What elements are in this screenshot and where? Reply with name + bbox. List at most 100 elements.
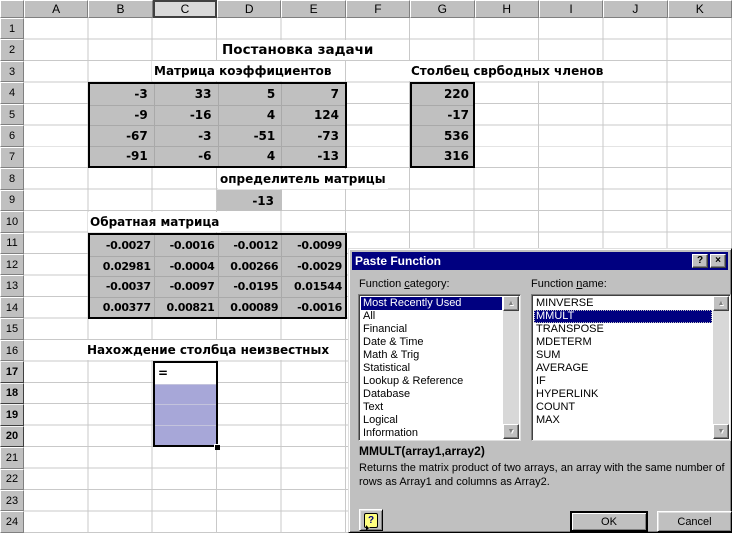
function-scrollbar[interactable]: ▲ ▼ xyxy=(713,296,729,439)
column-header-J[interactable]: J xyxy=(603,0,668,18)
matrix-cell[interactable]: -16 xyxy=(153,104,218,125)
fill-handle[interactable] xyxy=(214,444,220,450)
matrix-cell[interactable]: -0.0029 xyxy=(281,255,345,276)
row-header-15[interactable]: 15 xyxy=(0,318,24,340)
column-header-B[interactable]: B xyxy=(88,0,153,18)
coefficient-matrix-range[interactable]: -3 33 5 7 -9 -16 4 124 -67 -3 -51 -73 -91 -6 4 -13 xyxy=(88,82,347,168)
column-header-H[interactable]: H xyxy=(474,0,539,18)
matrix-cell[interactable]: -73 xyxy=(281,125,345,146)
matrix-cell[interactable]: -0.0195 xyxy=(217,276,282,297)
function-name-listbox[interactable]: MINVERSE MMULT TRANSPOSE MDETERM SUM AVERAGE I… xyxy=(531,294,731,441)
matrix-cell[interactable]: -0.0097 xyxy=(153,276,218,297)
category-item[interactable]: Statistical xyxy=(361,362,502,375)
category-item[interactable]: Most Recently Used xyxy=(361,297,502,310)
matrix-cell[interactable]: 536 xyxy=(412,125,473,146)
matrix-cell[interactable]: -0.0012 xyxy=(217,235,282,256)
ok-button[interactable]: OK xyxy=(570,511,648,532)
row-header-7[interactable]: 7 xyxy=(0,146,24,169)
function-item[interactable]: MMULT xyxy=(534,310,712,323)
column-header-E[interactable]: E xyxy=(281,0,346,18)
function-item[interactable]: HYPERLINK xyxy=(534,388,712,401)
row-header-12[interactable]: 12 xyxy=(0,253,24,276)
category-item[interactable]: All xyxy=(361,310,502,323)
matrix-cell[interactable]: 7 xyxy=(281,84,345,105)
matrix-cell[interactable]: -51 xyxy=(217,125,282,146)
matrix-cell[interactable]: -0.0027 xyxy=(90,235,154,256)
matrix-cell[interactable]: 0.02981 xyxy=(90,255,154,277)
column-header-K[interactable]: K xyxy=(667,0,732,18)
function-item[interactable]: SUM xyxy=(534,349,712,362)
row-header-5[interactable]: 5 xyxy=(0,103,24,126)
determinant-value-cell[interactable]: -13 xyxy=(217,190,282,211)
row-header-2[interactable]: 2 xyxy=(0,39,24,61)
row-header-24[interactable]: 24 xyxy=(0,511,24,533)
column-header-F[interactable]: F xyxy=(345,0,411,18)
matrix-cell[interactable]: 33 xyxy=(153,84,218,105)
scroll-up-icon[interactable]: ▲ xyxy=(713,296,729,311)
row-header-11[interactable]: 11 xyxy=(0,232,24,254)
selected-range[interactable]: = xyxy=(153,361,218,447)
category-item[interactable]: Lookup & Reference xyxy=(361,375,502,388)
column-header-I[interactable]: I xyxy=(538,0,604,18)
matrix-cell[interactable]: -0.0016 xyxy=(281,296,345,317)
function-item[interactable]: MDETERM xyxy=(534,336,712,349)
row-header-4[interactable]: 4 xyxy=(0,82,24,104)
matrix-cell[interactable]: -0.0037 xyxy=(90,276,154,297)
matrix-cell[interactable]: -3 xyxy=(90,84,154,105)
category-item[interactable]: Math & Trig xyxy=(361,349,502,362)
row-header-21[interactable]: 21 xyxy=(0,447,24,469)
matrix-cell[interactable]: -3 xyxy=(153,125,218,146)
selected-cell[interactable] xyxy=(155,404,216,425)
active-cell-formula[interactable]: = xyxy=(155,363,216,384)
matrix-cell[interactable]: -0.0016 xyxy=(153,235,218,256)
matrix-cell[interactable]: -17 xyxy=(412,104,473,126)
row-header-3[interactable]: 3 xyxy=(0,60,24,83)
category-scrollbar[interactable]: ▲ ▼ xyxy=(503,296,519,439)
matrix-cell[interactable]: -67 xyxy=(90,125,154,146)
row-header-8[interactable]: 8 xyxy=(0,168,24,190)
matrix-cell[interactable]: -0.0099 xyxy=(281,235,345,256)
row-header-16[interactable]: 16 xyxy=(0,339,24,362)
column-header-A[interactable]: A xyxy=(24,0,89,18)
office-assistant-help-button[interactable]: ? xyxy=(359,509,383,531)
matrix-cell[interactable]: 4 xyxy=(217,145,282,166)
category-item[interactable]: Date & Time xyxy=(361,336,502,349)
function-category-listbox[interactable]: Most Recently Used All Financial Date & Tim… xyxy=(358,294,521,441)
matrix-cell[interactable]: -13 xyxy=(281,145,345,166)
function-item[interactable]: MAX xyxy=(534,414,712,427)
function-item[interactable]: TRANSPOSE xyxy=(534,323,712,336)
function-item[interactable]: COUNT xyxy=(534,401,712,414)
scroll-down-icon[interactable]: ▼ xyxy=(713,424,729,439)
matrix-cell[interactable]: 0.00266 xyxy=(217,255,282,276)
matrix-cell[interactable]: 4 xyxy=(217,104,282,125)
matrix-cell[interactable]: 0.01544 xyxy=(281,276,345,297)
column-header-G[interactable]: G xyxy=(410,0,475,18)
scroll-down-icon[interactable]: ▼ xyxy=(503,424,519,439)
row-header-6[interactable]: 6 xyxy=(0,125,24,147)
close-icon[interactable]: × xyxy=(710,254,726,268)
function-item[interactable]: IF xyxy=(534,375,712,388)
dialog-titlebar[interactable]: Paste Function ? × xyxy=(352,252,728,270)
inverse-matrix-range[interactable]: -0.0027 -0.0016 -0.0012 -0.0099 0.02981 -0.00… xyxy=(88,233,347,319)
row-header-20[interactable]: 20 xyxy=(0,425,24,448)
function-item[interactable]: MINVERSE xyxy=(534,297,712,310)
matrix-cell[interactable]: 0.00377 xyxy=(90,296,154,318)
category-item[interactable]: Financial xyxy=(361,323,502,336)
row-header-13[interactable]: 13 xyxy=(0,275,24,297)
scroll-up-icon[interactable]: ▲ xyxy=(503,296,519,311)
matrix-cell[interactable]: 5 xyxy=(217,84,282,105)
row-header-9[interactable]: 9 xyxy=(0,189,24,212)
matrix-cell[interactable]: -91 xyxy=(90,145,154,167)
row-header-23[interactable]: 23 xyxy=(0,489,24,512)
category-item[interactable]: Information xyxy=(361,427,502,438)
cancel-button[interactable]: Cancel xyxy=(657,511,732,532)
selected-cell[interactable] xyxy=(155,424,216,445)
matrix-cell[interactable]: -9 xyxy=(90,104,154,126)
matrix-cell[interactable]: -0.0004 xyxy=(153,255,218,276)
matrix-cell[interactable]: 0.00089 xyxy=(217,296,282,317)
dialog-help-icon[interactable]: ? xyxy=(692,254,708,268)
row-header-10[interactable]: 10 xyxy=(0,211,24,233)
category-item[interactable]: Database xyxy=(361,388,502,401)
matrix-cell[interactable]: 316 xyxy=(412,145,473,167)
row-header-18[interactable]: 18 xyxy=(0,382,24,405)
